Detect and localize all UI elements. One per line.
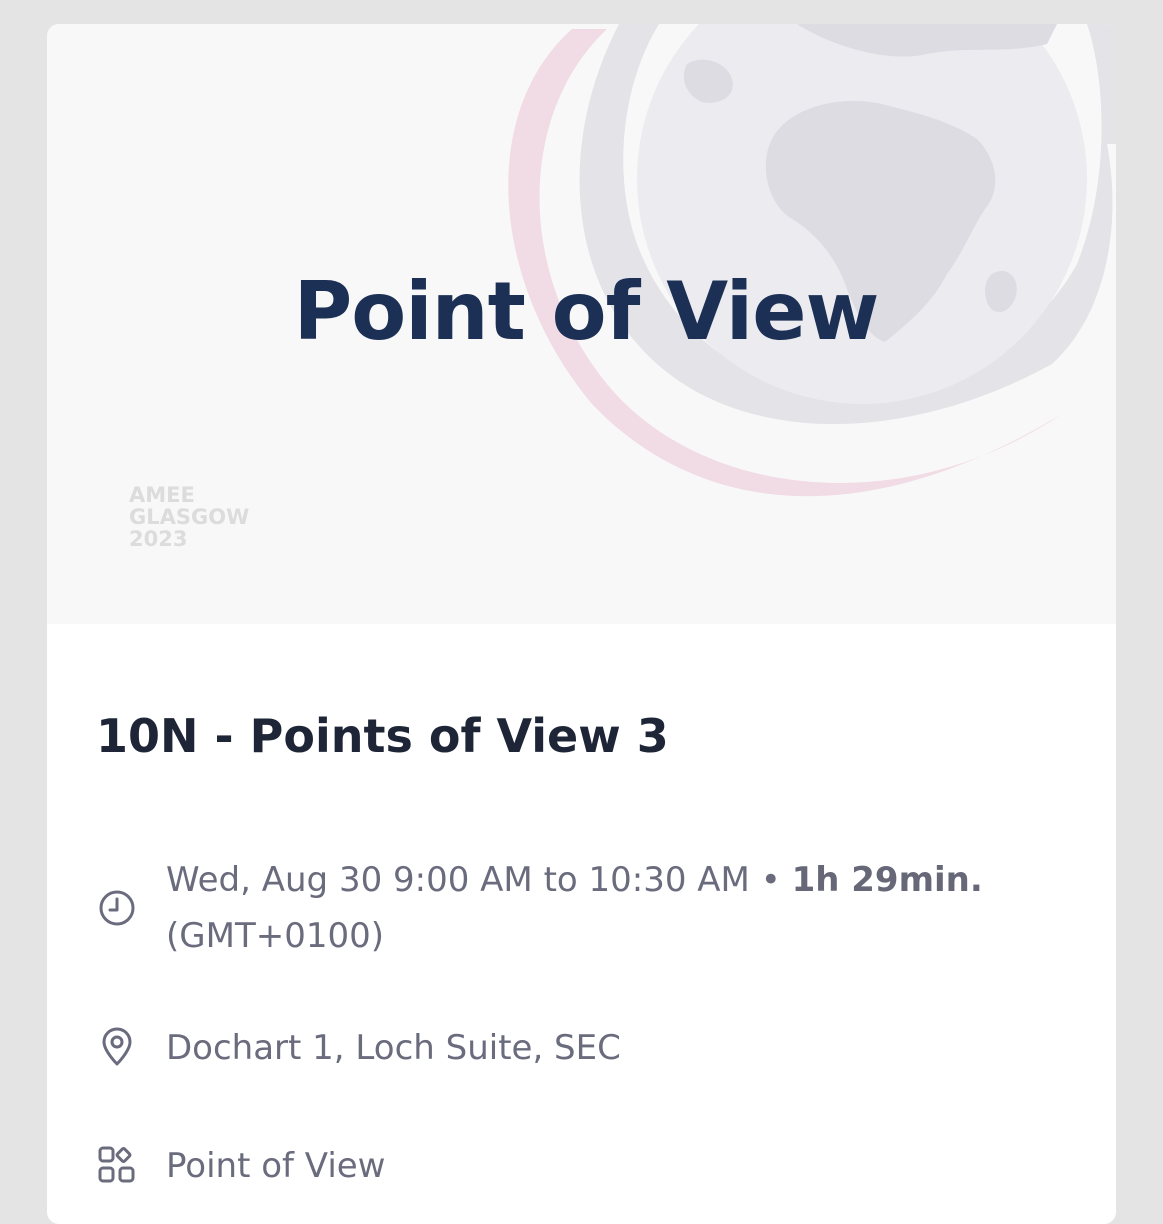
logo-line: 2023 [129,527,188,551]
session-location-row: Dochart 1, Loch Suite, SEC [96,1020,996,1076]
session-banner: Point of View AMEE GLASGOW 2023 [47,24,1116,624]
map-pin-icon [102,1027,132,1066]
logo-line: GLASGOW [129,505,250,529]
session-location: Dochart 1, Loch Suite, SEC [166,1028,621,1068]
session-category-row: Point of View [96,1138,996,1194]
logo-line: AMEE [129,483,195,507]
clock-icon [99,890,135,926]
separator-dot: • [749,860,792,900]
session-category: Point of View [166,1146,386,1186]
session-duration: 1h 29min. [791,860,983,900]
amee-glasgow-logo: AMEE GLASGOW 2023 [129,484,249,550]
session-details: 10N - Points of View 3 Wed, Aug 30 9:00 … [47,624,1116,1224]
session-card: Point of View AMEE GLASGOW 2023 10N - Po… [47,24,1116,1224]
session-timezone: (GMT+0100) [166,916,384,956]
session-time-range: Wed, Aug 30 9:00 AM to 10:30 AM [166,860,750,900]
session-time-row: Wed, Aug 30 9:00 AM to 10:30 AM • 1h 29m… [96,852,996,972]
banner-title: Point of View [293,265,880,358]
session-time-text: Wed, Aug 30 9:00 AM to 10:30 AM • 1h 29m… [166,852,986,964]
session-title: 10N - Points of View 3 [96,709,669,763]
grid-icon [98,1146,135,1183]
